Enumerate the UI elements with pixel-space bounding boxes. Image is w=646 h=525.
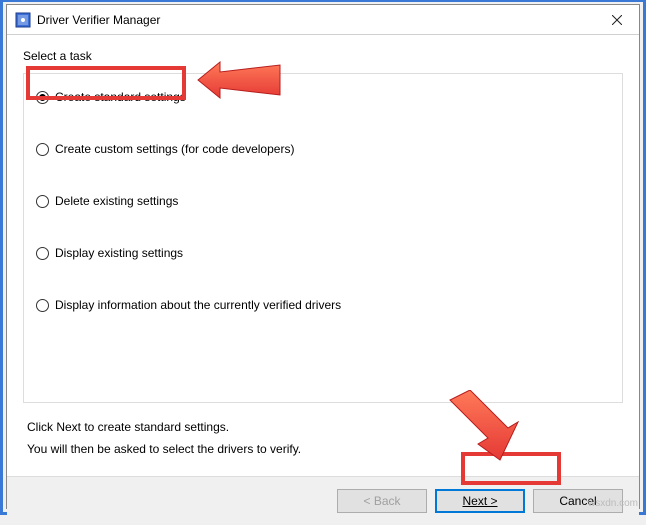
close-button[interactable] xyxy=(594,5,639,34)
radio-label: Create custom settings (for code develop… xyxy=(55,142,294,156)
radio-create-standard[interactable]: Create standard settings xyxy=(36,90,614,104)
task-panel: Create standard settings Create custom s… xyxy=(23,73,623,403)
hint-line-1: Click Next to create standard settings. xyxy=(27,417,623,439)
hint-text: Click Next to create standard settings. … xyxy=(27,417,623,460)
radio-icon xyxy=(36,143,49,156)
window-title: Driver Verifier Manager xyxy=(37,13,160,27)
radio-icon xyxy=(36,91,49,104)
radio-create-custom[interactable]: Create custom settings (for code develop… xyxy=(36,142,614,156)
radio-icon xyxy=(36,247,49,260)
app-icon xyxy=(15,12,31,28)
radio-label: Display existing settings xyxy=(55,246,183,260)
radio-icon xyxy=(36,299,49,312)
radio-icon xyxy=(36,195,49,208)
button-bar: < Back Next > Cancel xyxy=(7,476,639,525)
select-task-label: Select a task xyxy=(23,49,623,63)
radio-label: Create standard settings xyxy=(55,90,186,104)
radio-label: Delete existing settings xyxy=(55,194,178,208)
hint-line-2: You will then be asked to select the dri… xyxy=(27,439,623,461)
next-button[interactable]: Next > xyxy=(435,489,525,513)
radio-delete-existing[interactable]: Delete existing settings xyxy=(36,194,614,208)
titlebar: Driver Verifier Manager xyxy=(7,5,639,35)
radio-display-existing[interactable]: Display existing settings xyxy=(36,246,614,260)
cancel-button[interactable]: Cancel xyxy=(533,489,623,513)
radio-label: Display information about the currently … xyxy=(55,298,341,312)
window: Driver Verifier Manager Select a task Cr… xyxy=(6,4,640,509)
content-area: Select a task Create standard settings C… xyxy=(7,35,639,476)
back-button: < Back xyxy=(337,489,427,513)
radio-display-info[interactable]: Display information about the currently … xyxy=(36,298,614,312)
